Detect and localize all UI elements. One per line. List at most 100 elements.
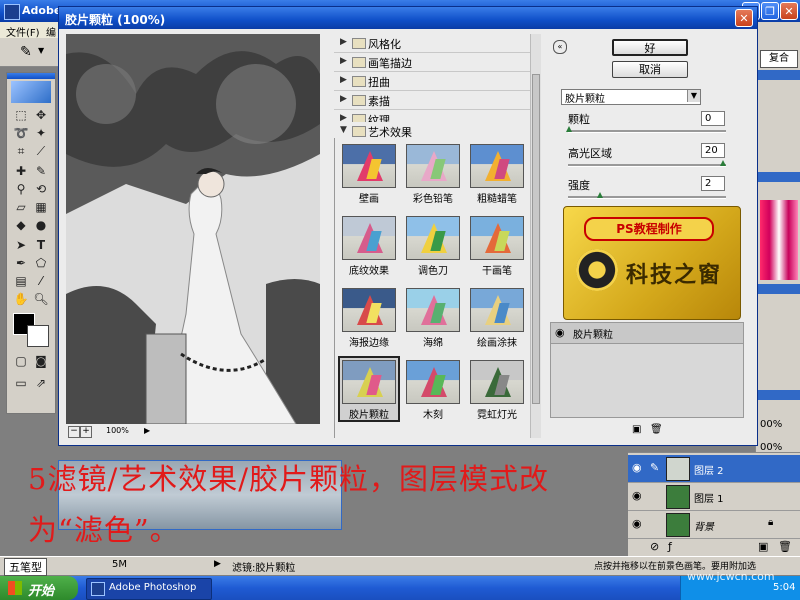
- layer-name: 图层 1: [694, 494, 724, 505]
- layer-thumbnail: [666, 457, 690, 481]
- effect-thumbnail: [342, 144, 396, 188]
- brush-preset-icon[interactable]: ✎: [20, 44, 32, 60]
- zoom-out-button[interactable]: −: [68, 426, 80, 438]
- effect-label: 底纹效果: [349, 266, 389, 277]
- intensity-input[interactable]: 2: [701, 176, 725, 191]
- menu-file[interactable]: 文件(F): [6, 24, 40, 39]
- category-distort[interactable]: ▶ 扭曲: [334, 72, 530, 91]
- eye-icon[interactable]: ◉: [632, 461, 642, 474]
- magic-wand-icon[interactable]: ✦: [33, 125, 49, 141]
- delete-layer-icon[interactable]: 🗑︎: [778, 540, 792, 553]
- logo-line1: PS教程制作: [616, 222, 682, 236]
- gallery-scrollbar[interactable]: [530, 34, 541, 438]
- eyedropper-icon[interactable]: ⁄: [33, 273, 49, 289]
- blur-tool-icon[interactable]: ◆: [13, 217, 29, 233]
- app-logo-icon: [4, 4, 20, 20]
- dodge-tool-icon[interactable]: ●: [33, 217, 49, 233]
- healing-brush-icon[interactable]: ✚: [13, 163, 29, 179]
- menu-edit[interactable]: 编: [46, 24, 56, 39]
- slice-tool-icon[interactable]: ⟋: [33, 143, 49, 159]
- stamp-tool-icon[interactable]: ⚲: [13, 181, 29, 197]
- zoom-in-button[interactable]: +: [80, 426, 92, 438]
- history-brush-icon[interactable]: ⟲: [33, 181, 49, 197]
- highlight-slider-thumb[interactable]: [720, 160, 726, 166]
- crop-tool-icon[interactable]: ⌗: [13, 143, 29, 159]
- zoom-tool-icon[interactable]: 🔍︎: [33, 291, 49, 307]
- category-brush-strokes[interactable]: ▶ 画笔描边: [334, 53, 530, 72]
- layer-row[interactable]: ◉ 图层 1: [628, 483, 800, 511]
- eye-icon[interactable]: ◉: [632, 489, 642, 502]
- zoom-bar: − + 100% ▶: [66, 426, 320, 438]
- new-effect-layer-icon[interactable]: ▣: [632, 424, 641, 435]
- move-tool-icon[interactable]: ✥: [33, 107, 49, 123]
- dialog-close-button[interactable]: ✕: [735, 9, 753, 27]
- category-label: 素描: [368, 95, 390, 108]
- effect-thumbnail: [470, 288, 524, 332]
- scroll-thumb[interactable]: [532, 74, 540, 404]
- category-label: 风格化: [368, 38, 401, 51]
- effect-thumbnail: [470, 360, 524, 404]
- dialog-title: 胶片颗粒 (100%): [65, 13, 166, 27]
- jump-to-imageready-icon[interactable]: ⇗: [33, 375, 49, 391]
- quickmask-mode-icon[interactable]: ◙: [33, 353, 49, 369]
- background-color-swatch[interactable]: [27, 325, 49, 347]
- gradient-tool-icon[interactable]: ▦: [33, 199, 49, 215]
- status-arrow-icon[interactable]: ▶: [214, 559, 221, 569]
- eraser-tool-icon[interactable]: ▱: [13, 199, 29, 215]
- category-sketch[interactable]: ▶ 素描: [334, 91, 530, 110]
- delete-effect-layer-icon[interactable]: 🗑︎: [650, 424, 663, 435]
- param-grain-label: 颗粒: [568, 113, 590, 126]
- hand-tool-icon[interactable]: ✋: [13, 291, 29, 307]
- opacity-value: 00%: [760, 419, 783, 430]
- category-stylize[interactable]: ▶ 风格化: [334, 34, 530, 53]
- pen-tool-icon[interactable]: ✒: [13, 255, 29, 271]
- highlight-input[interactable]: 20: [701, 143, 725, 158]
- caption-line2: 为“滤色”。: [28, 513, 180, 547]
- logo-line2: 科技之窗: [626, 263, 723, 288]
- standard-mode-icon[interactable]: ▢: [13, 353, 29, 369]
- collapse-gallery-icon[interactable]: «: [553, 40, 567, 54]
- maximize-button[interactable]: ❐: [761, 2, 779, 20]
- ime-indicator[interactable]: 五笔型: [4, 558, 47, 576]
- effect-layer-row[interactable]: ◉ 胶片颗粒: [551, 323, 743, 344]
- new-layer-icon[interactable]: ▣: [758, 540, 768, 553]
- palette-header-2: [756, 172, 800, 182]
- close-button[interactable]: ✕: [780, 2, 798, 20]
- grain-input[interactable]: 0: [701, 111, 725, 126]
- chevron-down-icon: ▼: [687, 90, 700, 102]
- grain-slider[interactable]: [568, 130, 726, 133]
- shape-tool-icon[interactable]: ⬠: [33, 255, 49, 271]
- dropdown-arrow-icon[interactable]: ▼: [38, 46, 44, 55]
- dock-tab[interactable]: 复合: [760, 50, 798, 68]
- layer-row-selected[interactable]: ◉ ✎ 图层 2: [628, 455, 800, 483]
- filter-select[interactable]: 胶片颗粒 ▼: [561, 89, 701, 105]
- eye-icon[interactable]: ◉: [632, 517, 642, 530]
- brush-tool-icon[interactable]: ✎: [33, 163, 49, 179]
- layer-style-icon[interactable]: ƒ: [668, 540, 672, 553]
- taskbar-item-photoshop[interactable]: Adobe Photoshop: [86, 578, 212, 600]
- lasso-tool-icon[interactable]: ➰: [13, 125, 29, 141]
- toolbox-header: [7, 73, 55, 79]
- highlight-slider[interactable]: [568, 164, 726, 167]
- intensity-slider[interactable]: [568, 196, 726, 199]
- path-select-icon[interactable]: ➤: [13, 237, 29, 253]
- marquee-tool-icon[interactable]: ⬚: [13, 107, 29, 123]
- effect-label: 壁画: [359, 194, 379, 205]
- notes-tool-icon[interactable]: ▤: [13, 273, 29, 289]
- color-swatches[interactable]: [760, 200, 798, 280]
- link-layers-icon[interactable]: ⊘: [650, 540, 659, 553]
- category-artistic[interactable]: ▼ 艺术效果: [334, 122, 530, 139]
- grain-slider-thumb[interactable]: [566, 126, 572, 132]
- effect-thumbnail: [406, 216, 460, 260]
- zoom-dropdown-icon[interactable]: ▶: [144, 426, 150, 435]
- screen-mode-icon[interactable]: ▭: [13, 375, 29, 391]
- intensity-slider-thumb[interactable]: [596, 192, 603, 198]
- layer-row[interactable]: ◉ 背景 🔒︎: [628, 511, 800, 539]
- cancel-button[interactable]: 取消: [612, 61, 688, 78]
- start-button[interactable]: 开始: [0, 576, 78, 600]
- type-tool-icon[interactable]: T: [33, 237, 49, 253]
- aperture-icon: [576, 249, 618, 291]
- lock-icon: 🔒︎: [768, 517, 774, 528]
- ok-button[interactable]: 好: [612, 39, 688, 56]
- eye-icon[interactable]: ◉: [555, 326, 565, 339]
